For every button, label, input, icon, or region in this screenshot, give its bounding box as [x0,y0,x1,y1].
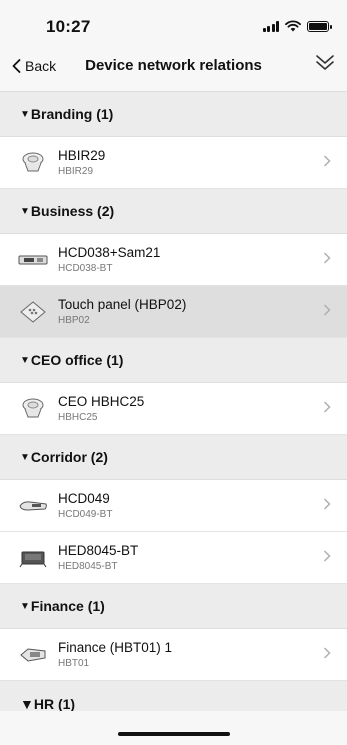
triangle-down-icon: ▼ [20,696,34,711]
chevron-right-icon [323,647,331,659]
device-name: HCD049 [58,490,110,506]
tracker-icon [18,642,48,668]
chevron-right-icon [323,401,331,413]
device-row[interactable]: CEO HBHC25 HBHC25 [0,383,347,435]
strip-controller-icon [18,493,48,519]
round-sensor-icon [18,150,48,176]
device-model: HED8045-BT [58,560,118,572]
section-title: CEO office (1) [30,352,124,368]
section-header-ceo-office[interactable]: ▼ CEO office (1) [0,338,347,383]
chevron-right-icon [323,550,331,562]
device-row-selected[interactable]: Touch panel (HBP02) HBP02 [0,286,347,338]
chevron-right-icon [323,252,331,264]
section-title: Business (2) [30,203,115,219]
section-title: Branding (1) [30,106,114,122]
driver-box-icon [18,545,48,571]
keypad-icon [18,299,48,325]
triangle-down-icon: ▼ [20,354,30,366]
section-header-business[interactable]: ▼ Business (2) [0,189,347,234]
device-name: Finance (HBT01) 1 [58,639,173,655]
device-row[interactable]: HED8045-BT HED8045-BT [0,532,347,584]
page-title: Device network relations [85,57,262,74]
device-row[interactable]: HBIR29 HBIR29 [0,137,347,189]
section-header-hr[interactable]: ▼HR (1) [0,681,347,711]
chevron-right-icon [323,155,331,167]
section-title: Finance (1) [30,598,105,614]
nav-bar: Back Device network relations [0,38,347,92]
signal-icon [262,20,279,32]
section-title: HR (1) [33,696,76,711]
device-name: CEO HBHC25 [58,393,145,409]
home-indicator[interactable] [118,732,230,736]
triangle-down-icon: ▼ [20,205,30,217]
section-header-branding[interactable]: ▼ Branding (1) [0,92,347,137]
section-title: Corridor (2) [30,449,108,465]
device-name: HCD038+Sam21 [58,244,161,260]
triangle-down-icon: ▼ [20,600,30,612]
device-row[interactable]: Finance (HBT01) 1 HBT01 [0,629,347,681]
device-name: Touch panel (HBP02) [58,296,187,312]
rail-module-icon [18,247,48,273]
device-row[interactable]: HCD049 HCD049-BT [0,480,347,532]
status-icons [262,20,332,32]
device-list: ▼ Branding (1) HBIR29 HBIR29 ▼ Business … [0,92,347,711]
triangle-down-icon: ▼ [20,451,30,463]
device-row[interactable]: HCD038+Sam21 HCD038-BT [0,234,347,286]
status-bar: 10:27 [0,0,347,38]
section-header-corridor[interactable]: ▼ Corridor (2) [0,435,347,480]
battery-icon [307,20,332,32]
chevron-right-icon [323,304,331,316]
device-model: HBT01 [58,657,90,669]
chevron-right-icon [323,498,331,510]
double-chevron-down-icon[interactable] [315,54,335,72]
device-name: HED8045-BT [58,542,139,558]
device-model: HBHC25 [58,411,98,423]
triangle-down-icon: ▼ [20,108,30,120]
device-model: HBIR29 [58,165,94,177]
status-time: 10:27 [46,17,91,36]
section-header-finance[interactable]: ▼ Finance (1) [0,584,347,629]
wifi-icon [285,20,301,32]
device-model: HCD038-BT [58,262,113,274]
device-model: HCD049-BT [58,508,113,520]
device-model: HBP02 [58,314,90,326]
device-name: HBIR29 [58,147,106,163]
round-sensor-icon [18,396,48,422]
